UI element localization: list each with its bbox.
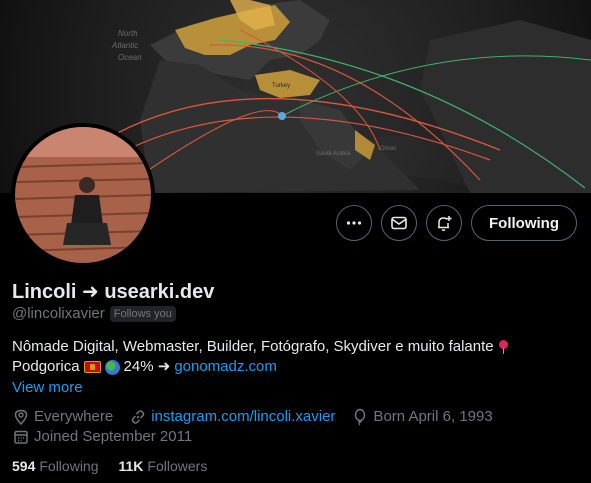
follow-stats: 594 Following 11K Followers <box>12 458 207 474</box>
following-label: Following <box>39 458 99 474</box>
notifications-button[interactable] <box>426 205 463 241</box>
website-link[interactable]: instagram.com/lincoli.xavier <box>151 407 335 427</box>
envelope-icon <box>391 216 407 230</box>
calendar-icon <box>14 430 28 444</box>
link-icon <box>131 410 145 424</box>
balloon-icon <box>355 408 366 426</box>
bio-text: Nômade Digital, Webmaster, Builder, Fotó… <box>12 338 494 355</box>
view-more-link[interactable]: View more <box>12 379 83 396</box>
handle: @lincolixavier <box>12 305 105 322</box>
following-stat[interactable]: 594 Following <box>12 458 99 474</box>
bio-line-1: Nômade Digital, Webmaster, Builder, Fotó… <box>12 337 572 357</box>
meta-row-2: Joined September 2011 <box>12 427 572 447</box>
avatar[interactable] <box>15 127 151 263</box>
location-pin-icon <box>14 409 28 426</box>
follows-you-badge: Follows you <box>109 305 176 322</box>
svg-text:Turkey: Turkey <box>272 83 290 89</box>
location-item: Everywhere <box>12 407 113 427</box>
joined-text: Joined September 2011 <box>34 428 193 445</box>
display-name: Lincoli ➜ usearki.dev <box>12 281 215 303</box>
svg-text:Atlantic: Atlantic <box>111 41 138 50</box>
svg-text:Saudi Arabia: Saudi Arabia <box>316 151 351 157</box>
avatar-container[interactable] <box>11 123 155 267</box>
bio-place: Podgorica <box>12 358 80 375</box>
profile-meta: Everywhere instagram.com/lincoli.xavier … <box>12 407 572 447</box>
location-text: Everywhere <box>34 408 114 425</box>
website-item: instagram.com/lincoli.xavier <box>129 407 335 427</box>
more-button[interactable] <box>336 205 373 241</box>
round-pushpin-icon <box>498 340 508 354</box>
montenegro-flag-icon <box>83 361 101 373</box>
following-count: 594 <box>12 458 36 474</box>
profile-actions: Following <box>336 205 577 241</box>
svg-text:Oman: Oman <box>380 146 396 152</box>
globe-icon <box>104 359 120 375</box>
avatar-photo <box>15 127 151 263</box>
birthday-item: Born April 6, 1993 <box>351 407 493 427</box>
bio-link[interactable]: gonomadz.com <box>174 357 277 377</box>
followers-count: 11K <box>118 458 144 474</box>
birthday-text: Born April 6, 1993 <box>373 408 493 425</box>
bio-line-2: Podgorica 24% ➜ gonomadz.com <box>12 357 572 377</box>
bell-plus-icon <box>438 216 452 231</box>
followers-label: Followers <box>147 458 208 474</box>
followers-stat[interactable]: 11K Followers <box>119 458 208 474</box>
map-label: North <box>118 29 138 38</box>
handle-row: @lincolixavier Follows you <box>12 305 176 322</box>
meta-row-1: Everywhere instagram.com/lincoli.xavier … <box>12 407 572 427</box>
bio: Nômade Digital, Webmaster, Builder, Fotó… <box>12 337 572 377</box>
bio-percent: 24% ➜ <box>123 358 171 375</box>
message-button[interactable] <box>381 205 418 241</box>
joined-item: Joined September 2011 <box>12 427 192 447</box>
following-button[interactable]: Following <box>471 205 577 241</box>
svg-text:Ocean: Ocean <box>118 53 142 62</box>
more-icon <box>346 221 362 225</box>
